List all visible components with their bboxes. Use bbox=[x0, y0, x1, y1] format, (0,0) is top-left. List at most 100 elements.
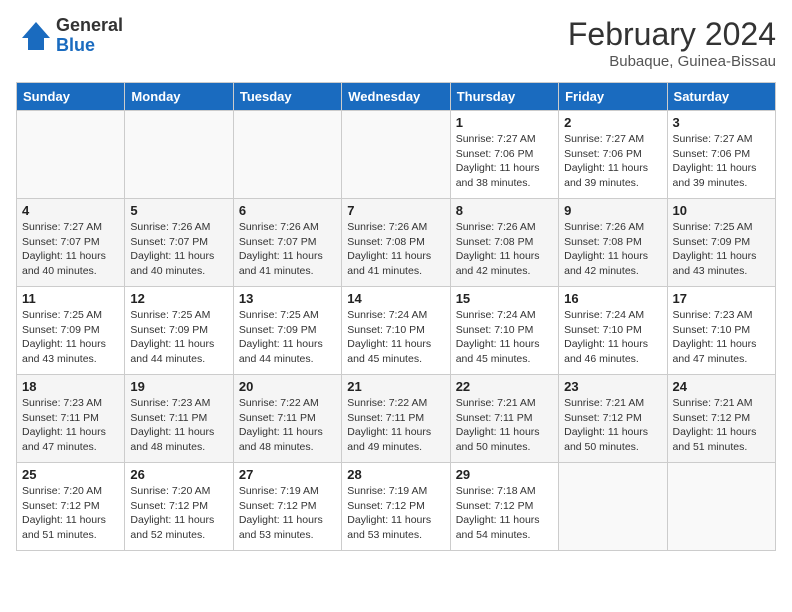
day-info: Sunrise: 7:26 AMSunset: 7:07 PMDaylight:… bbox=[130, 220, 227, 279]
day-cell: 3 Sunrise: 7:27 AMSunset: 7:06 PMDaylight… bbox=[667, 111, 775, 199]
day-cell: 18 Sunrise: 7:23 AMSunset: 7:11 PMDayligh… bbox=[17, 375, 125, 463]
day-cell: 10Sunrise: 7:25 AMSunset: 7:09 PMDayligh… bbox=[667, 199, 775, 287]
day-number: 22 bbox=[456, 379, 553, 394]
day-number: 13 bbox=[239, 291, 336, 306]
logo: General Blue bbox=[16, 16, 123, 56]
calendar-title: February 2024 bbox=[568, 16, 776, 53]
day-cell: 4 Sunrise: 7:27 AMSunset: 7:07 PMDaylight… bbox=[17, 199, 125, 287]
header-day-wednesday: Wednesday bbox=[342, 83, 450, 111]
day-info: Sunrise: 7:27 AMSunset: 7:06 PMDaylight:… bbox=[564, 132, 661, 191]
day-number: 19 bbox=[130, 379, 227, 394]
day-cell: 28 Sunrise: 7:19 AMSunset: 7:12 PMDayligh… bbox=[342, 463, 450, 551]
day-cell: 7Sunrise: 7:26 AMSunset: 7:08 PMDaylight… bbox=[342, 199, 450, 287]
header-day-tuesday: Tuesday bbox=[233, 83, 341, 111]
day-number: 18 bbox=[22, 379, 119, 394]
day-cell: 27 Sunrise: 7:19 AMSunset: 7:12 PMDayligh… bbox=[233, 463, 341, 551]
day-info: Sunrise: 7:23 AMSunset: 7:11 PMDaylight:… bbox=[22, 396, 119, 455]
day-cell: 22 Sunrise: 7:21 AMSunset: 7:11 PMDayligh… bbox=[450, 375, 558, 463]
day-cell: 8Sunrise: 7:26 AMSunset: 7:08 PMDaylight… bbox=[450, 199, 558, 287]
day-info: Sunrise: 7:25 AMSunset: 7:09 PMDaylight:… bbox=[22, 308, 119, 367]
day-number: 27 bbox=[239, 467, 336, 482]
day-cell bbox=[17, 111, 125, 199]
day-info: Sunrise: 7:25 AMSunset: 7:09 PMDaylight:… bbox=[239, 308, 336, 367]
day-cell: 19Sunrise: 7:23 AMSunset: 7:11 PMDayligh… bbox=[125, 375, 233, 463]
day-number: 17 bbox=[673, 291, 770, 306]
day-info: Sunrise: 7:26 AMSunset: 7:08 PMDaylight:… bbox=[456, 220, 553, 279]
day-cell bbox=[125, 111, 233, 199]
day-cell bbox=[667, 463, 775, 551]
week-row-2: 4 Sunrise: 7:27 AMSunset: 7:07 PMDaylight… bbox=[17, 199, 776, 287]
day-number: 15 bbox=[456, 291, 553, 306]
day-info: Sunrise: 7:23 AMSunset: 7:10 PMDaylight:… bbox=[673, 308, 770, 367]
day-number: 25 bbox=[22, 467, 119, 482]
day-info: Sunrise: 7:18 AMSunset: 7:12 PMDaylight:… bbox=[456, 484, 553, 543]
day-number: 6 bbox=[239, 203, 336, 218]
day-cell: 17 Sunrise: 7:23 AMSunset: 7:10 PMDayligh… bbox=[667, 287, 775, 375]
day-number: 1 bbox=[456, 115, 553, 130]
day-info: Sunrise: 7:24 AMSunset: 7:10 PMDaylight:… bbox=[564, 308, 661, 367]
day-info: Sunrise: 7:26 AMSunset: 7:08 PMDaylight:… bbox=[347, 220, 444, 279]
day-cell: 26 Sunrise: 7:20 AMSunset: 7:12 PMDayligh… bbox=[125, 463, 233, 551]
day-number: 28 bbox=[347, 467, 444, 482]
day-info: Sunrise: 7:27 AMSunset: 7:06 PMDaylight:… bbox=[673, 132, 770, 191]
day-info: Sunrise: 7:26 AMSunset: 7:08 PMDaylight:… bbox=[564, 220, 661, 279]
header-day-saturday: Saturday bbox=[667, 83, 775, 111]
day-cell: 16 Sunrise: 7:24 AMSunset: 7:10 PMDayligh… bbox=[559, 287, 667, 375]
day-number: 11 bbox=[22, 291, 119, 306]
logo-blue: Blue bbox=[56, 36, 123, 56]
day-number: 3 bbox=[673, 115, 770, 130]
day-info: Sunrise: 7:20 AMSunset: 7:12 PMDaylight:… bbox=[130, 484, 227, 543]
day-cell: 13 Sunrise: 7:25 AMSunset: 7:09 PMDayligh… bbox=[233, 287, 341, 375]
day-cell: 6Sunrise: 7:26 AMSunset: 7:07 PMDaylight… bbox=[233, 199, 341, 287]
header-row: SundayMondayTuesdayWednesdayThursdayFrid… bbox=[17, 83, 776, 111]
day-info: Sunrise: 7:24 AMSunset: 7:10 PMDaylight:… bbox=[347, 308, 444, 367]
logo-icon bbox=[16, 18, 52, 54]
day-info: Sunrise: 7:25 AMSunset: 7:09 PMDaylight:… bbox=[130, 308, 227, 367]
logo-general: General bbox=[56, 16, 123, 36]
day-cell: 14 Sunrise: 7:24 AMSunset: 7:10 PMDayligh… bbox=[342, 287, 450, 375]
day-cell bbox=[559, 463, 667, 551]
day-info: Sunrise: 7:27 AMSunset: 7:07 PMDaylight:… bbox=[22, 220, 119, 279]
day-cell: 21 Sunrise: 7:22 AMSunset: 7:11 PMDayligh… bbox=[342, 375, 450, 463]
calendar-subtitle: Bubaque, Guinea-Bissau bbox=[568, 53, 776, 70]
day-number: 14 bbox=[347, 291, 444, 306]
day-number: 29 bbox=[456, 467, 553, 482]
day-info: Sunrise: 7:24 AMSunset: 7:10 PMDaylight:… bbox=[456, 308, 553, 367]
day-cell: 24Sunrise: 7:21 AMSunset: 7:12 PMDayligh… bbox=[667, 375, 775, 463]
week-row-4: 18 Sunrise: 7:23 AMSunset: 7:11 PMDayligh… bbox=[17, 375, 776, 463]
day-cell: 15 Sunrise: 7:24 AMSunset: 7:10 PMDayligh… bbox=[450, 287, 558, 375]
header-day-sunday: Sunday bbox=[17, 83, 125, 111]
day-cell bbox=[342, 111, 450, 199]
day-number: 9 bbox=[564, 203, 661, 218]
day-cell: 29 Sunrise: 7:18 AMSunset: 7:12 PMDayligh… bbox=[450, 463, 558, 551]
header-day-thursday: Thursday bbox=[450, 83, 558, 111]
day-cell: 5 Sunrise: 7:26 AMSunset: 7:07 PMDaylight… bbox=[125, 199, 233, 287]
day-info: Sunrise: 7:21 AMSunset: 7:12 PMDaylight:… bbox=[564, 396, 661, 455]
week-row-1: 1 Sunrise: 7:27 AMSunset: 7:06 PMDaylight… bbox=[17, 111, 776, 199]
day-info: Sunrise: 7:21 AMSunset: 7:11 PMDaylight:… bbox=[456, 396, 553, 455]
day-number: 16 bbox=[564, 291, 661, 306]
day-number: 21 bbox=[347, 379, 444, 394]
day-cell bbox=[233, 111, 341, 199]
calendar-table: SundayMondayTuesdayWednesdayThursdayFrid… bbox=[16, 82, 776, 551]
day-cell: 9 Sunrise: 7:26 AMSunset: 7:08 PMDaylight… bbox=[559, 199, 667, 287]
day-cell: 2 Sunrise: 7:27 AMSunset: 7:06 PMDaylight… bbox=[559, 111, 667, 199]
day-info: Sunrise: 7:20 AMSunset: 7:12 PMDaylight:… bbox=[22, 484, 119, 543]
day-number: 23 bbox=[564, 379, 661, 394]
header: General Blue February 2024 Bubaque, Guin… bbox=[16, 16, 776, 70]
day-number: 4 bbox=[22, 203, 119, 218]
day-number: 5 bbox=[130, 203, 227, 218]
week-row-5: 25 Sunrise: 7:20 AMSunset: 7:12 PMDayligh… bbox=[17, 463, 776, 551]
day-info: Sunrise: 7:22 AMSunset: 7:11 PMDaylight:… bbox=[347, 396, 444, 455]
day-number: 2 bbox=[564, 115, 661, 130]
week-row-3: 11 Sunrise: 7:25 AMSunset: 7:09 PMDayligh… bbox=[17, 287, 776, 375]
day-cell: 1Sunrise: 7:27 AMSunset: 7:06 PMDaylight… bbox=[450, 111, 558, 199]
day-cell: 23 Sunrise: 7:21 AMSunset: 7:12 PMDayligh… bbox=[559, 375, 667, 463]
day-cell: 20Sunrise: 7:22 AMSunset: 7:11 PMDayligh… bbox=[233, 375, 341, 463]
day-number: 12 bbox=[130, 291, 227, 306]
day-number: 26 bbox=[130, 467, 227, 482]
day-info: Sunrise: 7:22 AMSunset: 7:11 PMDaylight:… bbox=[239, 396, 336, 455]
day-info: Sunrise: 7:19 AMSunset: 7:12 PMDaylight:… bbox=[239, 484, 336, 543]
day-info: Sunrise: 7:19 AMSunset: 7:12 PMDaylight:… bbox=[347, 484, 444, 543]
header-day-friday: Friday bbox=[559, 83, 667, 111]
